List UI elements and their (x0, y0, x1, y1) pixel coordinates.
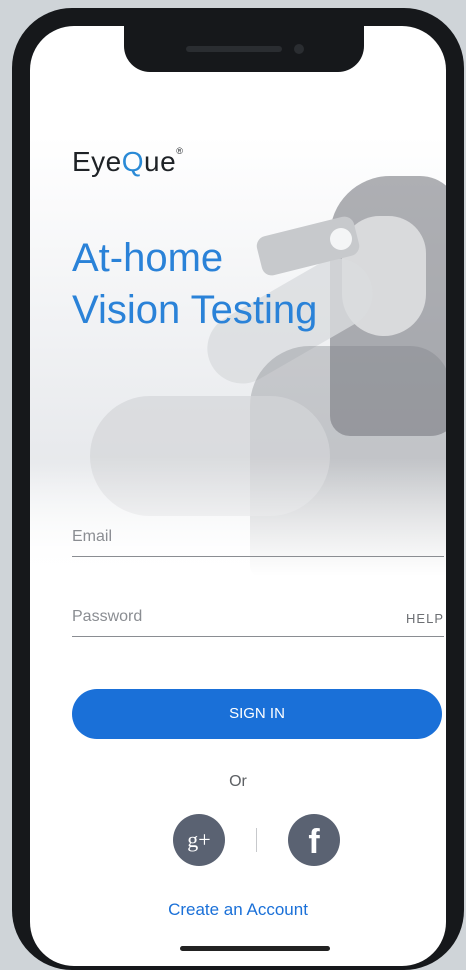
hero-image (30, 136, 446, 576)
brand-logo: EyeQue® (72, 146, 183, 178)
facebook-icon[interactable]: f (288, 814, 340, 866)
home-indicator (180, 946, 330, 951)
email-label: Email (72, 528, 113, 545)
camera (294, 44, 304, 54)
speaker (186, 46, 282, 52)
headline-line-2: Vision Testing (72, 288, 318, 332)
notch (124, 26, 364, 72)
phone-frame: EyeQue® At-home Vision Testing Email Pas… (12, 8, 464, 970)
screen: EyeQue® At-home Vision Testing Email Pas… (30, 26, 446, 966)
help-link[interactable]: HELP (406, 611, 444, 626)
email-field[interactable]: Email (72, 516, 444, 557)
google-plus-icon[interactable]: g+ (173, 814, 225, 866)
create-account-link[interactable]: Create an Account (30, 900, 446, 920)
logo-text-q: Q (121, 146, 145, 177)
logo-text-suffix: ue (144, 146, 177, 177)
page-title: At-home Vision Testing (72, 232, 352, 336)
headline-line-1: At-home (72, 236, 224, 280)
password-label: Password (72, 608, 143, 625)
logo-text-prefix: Eye (72, 146, 122, 177)
sign-in-button[interactable]: SIGN IN (72, 689, 442, 739)
registered-mark: ® (176, 146, 184, 156)
social-divider (256, 828, 257, 852)
or-divider-label: Or (229, 773, 247, 790)
password-field[interactable]: Password HELP (72, 596, 444, 637)
